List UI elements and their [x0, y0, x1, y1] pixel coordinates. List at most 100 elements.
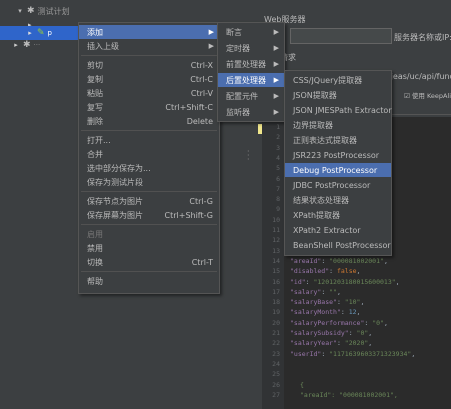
expand-icon[interactable]: ▸ [26, 29, 34, 37]
menu-item[interactable]: 复写 Ctrl+Shift-C [79, 100, 219, 114]
test-plan-icon: ✱ [27, 6, 35, 16]
code-line: "salary": "", [290, 288, 341, 296]
post-processor-item[interactable]: JSR223 PostProcessor [285, 148, 391, 162]
expand-icon[interactable]: ▸ [12, 41, 20, 49]
json-key: "userId" [290, 349, 322, 358]
line-number: 4 [276, 153, 280, 162]
chevron-right-icon: ▶ [273, 60, 279, 68]
json-colon: : [336, 339, 345, 348]
post-processor-label: 边界提取器 [293, 120, 333, 130]
post-processor-submenu[interactable]: CSS/JQuery提取器 JSON提取器 JSON JMESPath Extrac… [284, 70, 392, 256]
line-number: 22 [272, 339, 280, 348]
menu-item[interactable]: 插入上级 ▶ [79, 39, 219, 53]
menu-item-label: 复写 [87, 102, 103, 112]
menu-item[interactable]: 切换 Ctrl-T [79, 255, 219, 269]
menu-item[interactable]: 合并 [79, 147, 219, 161]
submenu-item[interactable]: 定时器 ▶ [218, 41, 284, 55]
submenu-item-label: 配置元件 [226, 91, 258, 101]
menu-item[interactable]: 保存屏幕为图片 Ctrl+Shift-G [79, 208, 219, 222]
code-line: "salaryYear": "2020", [290, 339, 372, 347]
code-line: "areaId": "000081002001", [290, 257, 388, 265]
add-submenu[interactable]: 断言 ▶ 定时器 ▶ 前置处理器 ▶ 后置处理器 ▶ 配置元件 ▶ 监听器 ▶ [217, 22, 285, 122]
menu-item-label: 禁用 [87, 243, 103, 253]
protocol-field[interactable] [290, 28, 392, 44]
post-processor-item[interactable]: JSON提取器 [285, 88, 391, 102]
tree-row-test-plan[interactable]: ▾ ✱ 测试计划 [16, 4, 69, 18]
menu-item[interactable]: 粘贴 Ctrl-V [79, 86, 219, 100]
post-processor-item[interactable]: 边界提取器 [285, 118, 391, 132]
post-processor-label: JSON提取器 [293, 90, 337, 100]
json-comma: , [356, 308, 361, 317]
json-colon: : [348, 329, 357, 337]
json-key: "areaId" [290, 256, 322, 265]
menu-item[interactable]: 帮助 [79, 274, 219, 288]
json-comma: , [356, 267, 361, 276]
path-value[interactable]: /jeas/uc/api/funding [388, 72, 451, 81]
line-number: 11 [272, 226, 280, 234]
submenu-item[interactable]: 断言 ▶ [218, 25, 284, 39]
line-number: 19 [272, 308, 280, 317]
line-number: 21 [272, 329, 280, 337]
post-processor-item[interactable]: 结果状态处理器 [285, 193, 391, 207]
post-processor-item[interactable]: JDBC PostProcessor [285, 178, 391, 192]
menu-item-shortcut: Ctrl-V [190, 88, 213, 98]
menu-item[interactable]: 保存为测试片段 [79, 175, 219, 189]
json-key: "salarySubsidy" [290, 329, 349, 337]
checkbox-icon[interactable]: ☑ [404, 92, 410, 100]
menu-item[interactable]: 打开... [79, 133, 219, 147]
json-comma: , [383, 256, 388, 265]
menu-item-label: 选中部分保存为... [87, 163, 151, 173]
context-menu[interactable]: 添加 ▶ 插入上级 ▶ 剪切 Ctrl-X 复制 Ctrl-C 粘贴 Ctrl-V 复写 Ctrl+S… [78, 22, 220, 294]
submenu-item[interactable]: 前置处理器 ▶ [218, 57, 284, 71]
post-processor-item[interactable]: CSS/JQuery提取器 [285, 73, 391, 87]
post-processor-label: XPath提取器 [293, 210, 341, 220]
submenu-item[interactable]: 监听器 ▶ [218, 105, 284, 119]
post-processor-label: BeanShell PostProcessor [293, 240, 391, 250]
line-number: 14 [272, 256, 280, 265]
menu-item-shortcut: Ctrl-G [189, 196, 213, 206]
splitter-handle[interactable]: · · · [247, 148, 250, 164]
line-number: 23 [272, 349, 280, 358]
tree-row-thread-group-2[interactable]: ▸ ✱ ··· [12, 38, 40, 52]
menu-item[interactable]: 保存节点为图片 Ctrl-G [79, 194, 219, 208]
menu-item[interactable]: 剪切 Ctrl-X [79, 58, 219, 72]
submenu-item[interactable]: 配置元件 ▶ [218, 89, 284, 103]
line-number: 12 [272, 236, 280, 245]
json-colon: : [340, 308, 349, 317]
submenu-item-label: 前置处理器 [226, 59, 266, 69]
menu-item[interactable]: 启用 [79, 227, 219, 241]
chevron-right-icon: ▶ [273, 108, 279, 116]
post-processor-item[interactable]: Debug PostProcessor [285, 163, 391, 177]
json-comma: , [336, 287, 341, 296]
keepalive-checkbox[interactable]: ☑ 使用 KeepAlive [404, 90, 451, 100]
expand-icon[interactable]: ▾ [16, 7, 24, 15]
menu-item[interactable]: 复制 Ctrl-C [79, 72, 219, 86]
menu-item[interactable]: 禁用 [79, 241, 219, 255]
json-colon: : [321, 349, 330, 358]
json-value: "" [329, 287, 337, 296]
code-line: "id": "1201203180015600013", [290, 278, 400, 286]
post-processor-item[interactable]: XPath2 Extractor [285, 223, 391, 237]
submenu-item[interactable]: 后置处理器 ▶ [218, 73, 284, 87]
post-processor-item[interactable]: 正则表达式提取器 [285, 133, 391, 147]
menu-item-label: 保存屏幕为图片 [87, 210, 143, 220]
menu-item-label: 切换 [87, 257, 103, 267]
code-line: "salaryMonth": 12, [290, 308, 360, 316]
post-processor-item[interactable]: JSON JMESPath Extractor [285, 103, 392, 117]
post-processor-item[interactable]: XPath提取器 [285, 208, 391, 222]
json-value: "10" [344, 298, 361, 307]
menu-item[interactable]: 选中部分保存为... [79, 161, 219, 175]
menu-item[interactable]: 删除 Delete [79, 114, 219, 128]
line-number: 16 [272, 277, 280, 286]
menu-item[interactable]: 添加 ▶ [79, 25, 219, 39]
menu-item-label: 删除 [87, 116, 103, 126]
post-processor-item[interactable]: BeanShell PostProcessor [285, 238, 391, 252]
chevron-right-icon: ▶ [208, 42, 214, 50]
json-key: "salaryBase" [290, 298, 337, 307]
menu-item-label: 保存节点为图片 [87, 196, 143, 206]
menu-item-shortcut: Ctrl+Shift-G [164, 210, 214, 220]
line-number: 8 [276, 195, 280, 204]
chevron-right-icon: ▶ [273, 92, 279, 100]
line-number: 7 [276, 184, 280, 193]
json-colon: : [321, 287, 330, 296]
